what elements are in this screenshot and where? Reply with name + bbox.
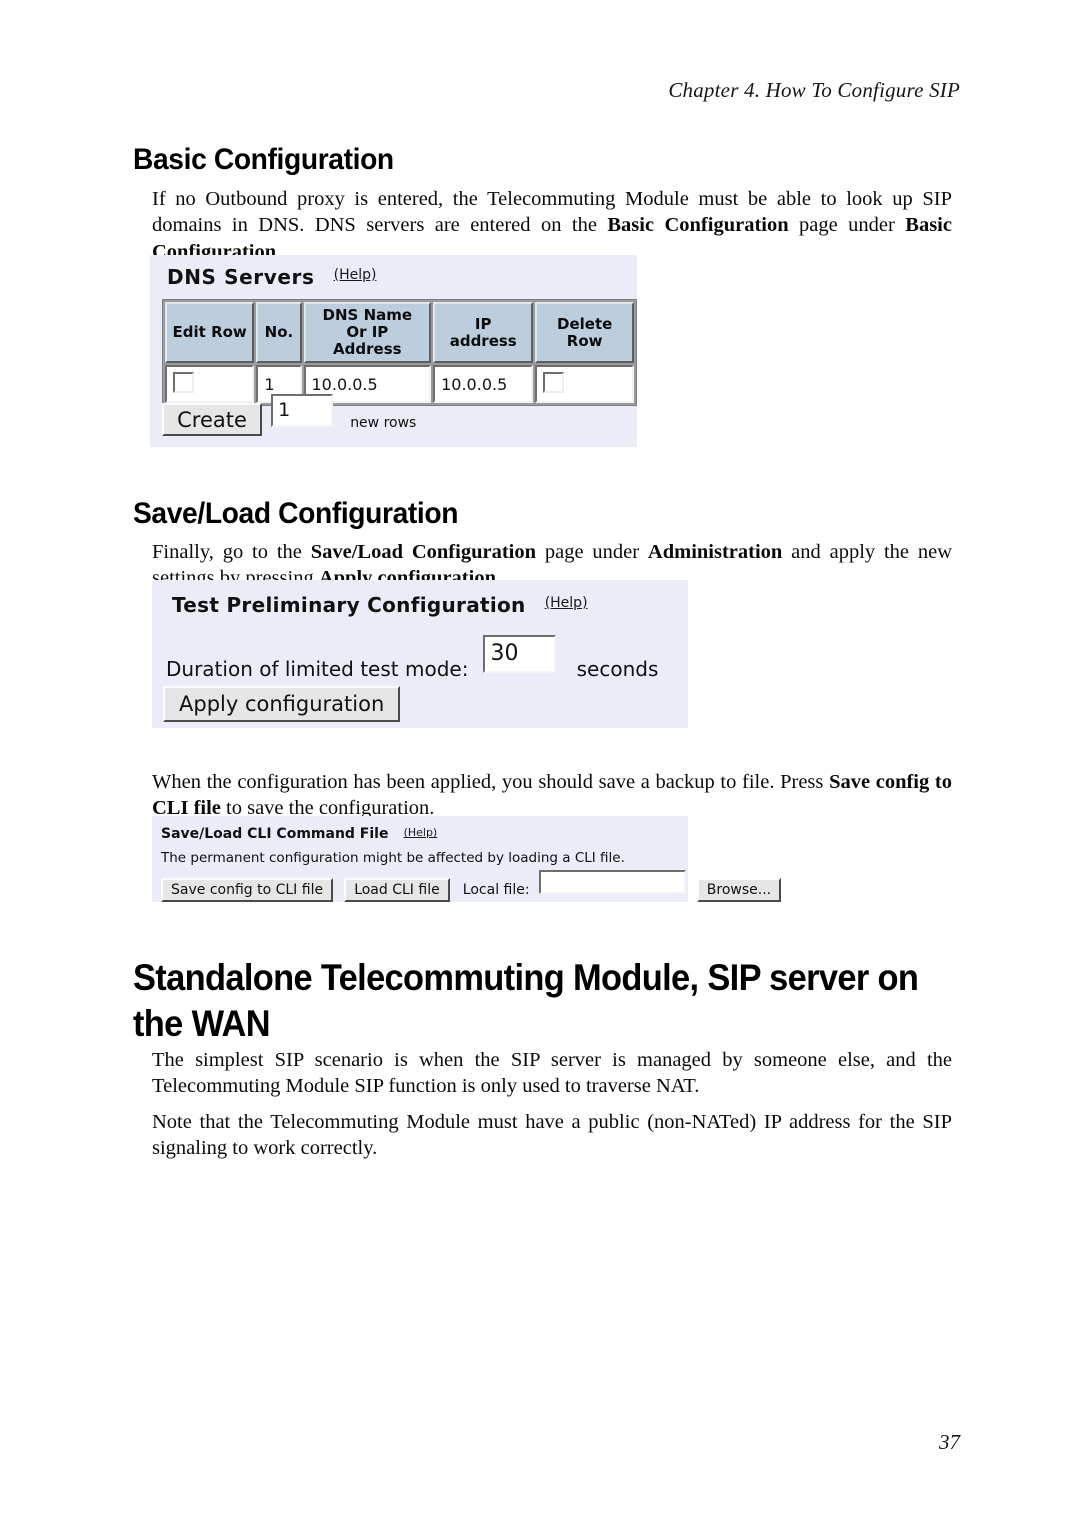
running-header: Chapter 4. How To Configure SIP [668, 78, 960, 102]
table-header-row: Edit Row No. DNS Name Or IP Address IP a… [165, 302, 634, 363]
column-header-delete-row: Delete Row [535, 302, 634, 363]
load-cli-file-button[interactable]: Load CLI file [344, 878, 450, 902]
column-header-dns-name: DNS Name Or IP Address [303, 302, 432, 363]
screenshot-test-preliminary-configuration: Test Preliminary Configuration (Help) Du… [152, 580, 688, 728]
duration-unit-label: seconds [576, 656, 659, 681]
paragraph-save-backup: When the configuration has been applied,… [152, 770, 952, 820]
heading-save-load-configuration: Save/Load Configuration [133, 496, 459, 530]
cli-command-file-title: Save/Load CLI Command File [161, 825, 389, 842]
edit-row-checkbox[interactable] [173, 371, 194, 393]
local-file-input[interactable] [538, 870, 686, 894]
save-config-to-cli-file-button[interactable]: Save config to CLI file [161, 878, 334, 902]
paragraph-standalone-1: The simplest SIP scenario is when the SI… [152, 1048, 952, 1098]
column-header-edit-row: Edit Row [165, 302, 255, 363]
cli-warning-text: The permanent configuration might be aff… [161, 849, 625, 866]
heading-basic-configuration: Basic Configuration [133, 142, 394, 176]
screenshot-cli-command-file: Save/Load CLI Command File (Help) The pe… [152, 816, 782, 902]
column-header-no: No. [256, 302, 302, 363]
dns-servers-table: Edit Row No. DNS Name Or IP Address IP a… [162, 299, 637, 406]
cli-command-file-help-link[interactable]: (Help) [404, 826, 438, 839]
page-number: 37 [939, 1430, 960, 1454]
create-rows-suffix-label: new rows [350, 414, 417, 431]
test-preliminary-help-link[interactable]: (Help) [545, 595, 588, 611]
heading-standalone-telecommuting-module: Standalone Telecommuting Module, SIP ser… [133, 956, 919, 1044]
dns-servers-help-link[interactable]: (Help) [334, 267, 377, 283]
screenshot-dns-servers: DNS Servers (Help) Edit Row No. DNS Name… [150, 255, 637, 447]
delete-row-checkbox[interactable] [543, 371, 565, 393]
cell-ip-address[interactable]: 10.0.0.5 [433, 365, 534, 403]
apply-configuration-button[interactable]: Apply configuration [163, 686, 401, 722]
browse-button[interactable]: Browse... [696, 878, 782, 902]
local-file-label: Local file: [462, 881, 530, 898]
cell-delete-row [535, 365, 634, 403]
create-button[interactable]: Create [162, 403, 262, 436]
column-header-ip-address: IP address [433, 302, 534, 363]
paragraph-basic-configuration: If no Outbound proxy is entered, the Tel… [152, 187, 952, 263]
test-preliminary-title: Test Preliminary Configuration [172, 593, 526, 617]
duration-label: Duration of limited test mode: [166, 656, 469, 681]
dns-servers-title: DNS Servers [167, 265, 315, 289]
paragraph-standalone-2: Note that the Telecommuting Module must … [152, 1110, 952, 1160]
create-rows-input[interactable]: 1 [271, 394, 334, 427]
duration-input[interactable]: 30 [482, 635, 556, 673]
